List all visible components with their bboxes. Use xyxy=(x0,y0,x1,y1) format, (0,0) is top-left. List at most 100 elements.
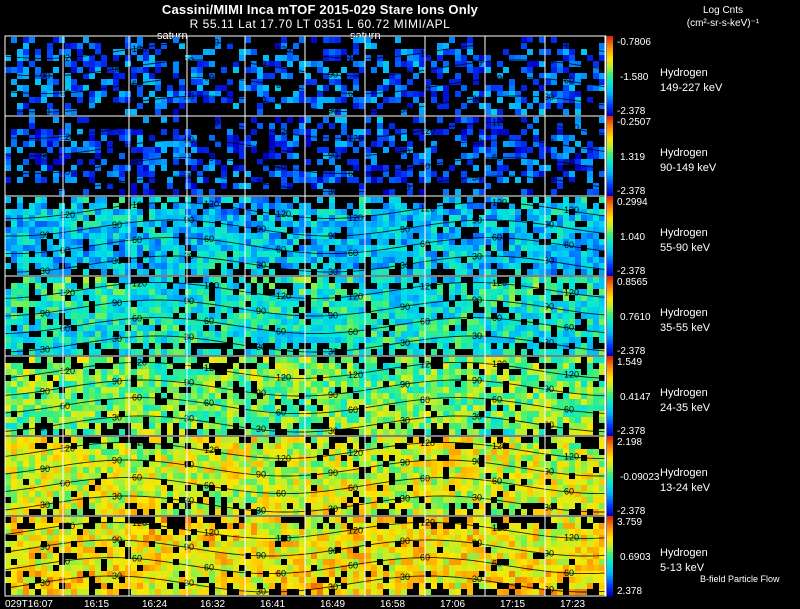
heatmap-cell xyxy=(11,283,17,289)
heatmap-cell xyxy=(569,233,575,239)
heatmap-cell xyxy=(515,417,521,423)
heatmap-cell xyxy=(173,387,179,393)
heatmap-cell xyxy=(365,337,371,343)
heatmap-cell xyxy=(287,61,293,67)
heatmap-cell xyxy=(53,117,59,123)
heatmap-cell xyxy=(341,369,347,375)
heatmap-cell xyxy=(485,357,491,363)
heatmap-cell xyxy=(527,325,533,331)
heatmap-cell xyxy=(557,49,563,55)
contour-label: 30 xyxy=(112,334,122,344)
heatmap-cell xyxy=(377,429,383,435)
heatmap-cell xyxy=(65,411,71,417)
heatmap-cell xyxy=(119,269,125,275)
heatmap-cell xyxy=(311,129,317,135)
heatmap-cell xyxy=(485,147,491,153)
heatmap-cell xyxy=(149,437,155,443)
heatmap-cell xyxy=(17,301,23,307)
heatmap-cell xyxy=(479,437,485,443)
heatmap-cell xyxy=(569,423,575,429)
heatmap-cell xyxy=(17,73,23,79)
heatmap-cell xyxy=(455,405,461,411)
heatmap-cell xyxy=(503,411,509,417)
heatmap-cell xyxy=(449,429,455,435)
heatmap-cell xyxy=(197,417,203,423)
heatmap-cell xyxy=(251,417,257,423)
heatmap-cell xyxy=(131,331,137,337)
contour-label: 90 xyxy=(184,296,194,306)
heatmap-cell xyxy=(59,381,65,387)
heatmap-cell xyxy=(329,325,335,331)
heatmap-cell xyxy=(503,349,509,355)
heatmap-cell xyxy=(143,73,149,79)
heatmap-cell xyxy=(227,295,233,301)
heatmap-cell xyxy=(155,301,161,307)
heatmap-cell xyxy=(101,215,107,221)
heatmap-cell xyxy=(509,437,515,443)
heatmap-cell xyxy=(17,423,23,429)
heatmap-cell xyxy=(281,97,287,103)
heatmap-cell xyxy=(323,277,329,283)
contour-label: 90 xyxy=(112,142,122,152)
heatmap-cell xyxy=(599,147,605,153)
heatmap-cell xyxy=(449,449,455,455)
heatmap-cell xyxy=(239,307,245,313)
heatmap-cell xyxy=(563,277,569,283)
heatmap-cell xyxy=(227,233,233,239)
heatmap-cell xyxy=(23,85,29,91)
heatmap-cell xyxy=(455,61,461,67)
heatmap-cell xyxy=(23,307,29,313)
heatmap-cell xyxy=(197,387,203,393)
heatmap-cell xyxy=(461,283,467,289)
heatmap-cell xyxy=(365,177,371,183)
heatmap-cell xyxy=(323,325,329,331)
heatmap-cell xyxy=(173,109,179,115)
heatmap-cell xyxy=(179,263,185,269)
heatmap-cell xyxy=(305,129,311,135)
heatmap-cell xyxy=(89,221,95,227)
heatmap-cell xyxy=(275,437,281,443)
contour-label: 60 xyxy=(276,408,286,418)
colorbar-max-label: 0.2994 xyxy=(617,197,648,208)
heatmap-cell xyxy=(455,387,461,393)
contour-label: 120 xyxy=(492,359,507,369)
heatmap-cell xyxy=(431,233,437,239)
heatmap-cell xyxy=(113,55,119,61)
heatmap-cell xyxy=(281,141,287,147)
heatmap-cell xyxy=(161,307,167,313)
heatmap-cell xyxy=(527,343,533,349)
heatmap-cell xyxy=(251,85,257,91)
heatmap-cell xyxy=(257,325,263,331)
heatmap-cell xyxy=(329,123,335,129)
heatmap-cell xyxy=(161,363,167,369)
contour-label: 120 xyxy=(564,40,579,50)
heatmap-cell xyxy=(83,227,89,233)
heatmap-cell xyxy=(5,363,11,369)
heatmap-cell xyxy=(521,369,527,375)
heatmap-cell xyxy=(149,73,155,79)
contour-label: 90 xyxy=(112,298,122,308)
heatmap-cell xyxy=(23,295,29,301)
heatmap-cell xyxy=(317,177,323,183)
heatmap-cell xyxy=(533,429,539,435)
heatmap-cell xyxy=(53,209,59,215)
heatmap-cell xyxy=(587,283,593,289)
heatmap-cell xyxy=(29,337,35,343)
heatmap-cell xyxy=(533,79,539,85)
heatmap-cell xyxy=(599,369,605,375)
heatmap-cell xyxy=(77,387,83,393)
heatmap-cell xyxy=(347,343,353,349)
heatmap-cell xyxy=(197,251,203,257)
heatmap-cell xyxy=(311,227,317,233)
heatmap-cell xyxy=(167,269,173,275)
heatmap-cell xyxy=(221,325,227,331)
heatmap-cell xyxy=(107,449,113,455)
heatmap-cell xyxy=(455,277,461,283)
heatmap-cell xyxy=(173,91,179,97)
heatmap-cell xyxy=(557,449,563,455)
heatmap-cell xyxy=(581,277,587,283)
heatmap-cell xyxy=(365,165,371,171)
heatmap-cell xyxy=(329,97,335,103)
heatmap-cell xyxy=(503,429,509,435)
heatmap-cell xyxy=(95,153,101,159)
